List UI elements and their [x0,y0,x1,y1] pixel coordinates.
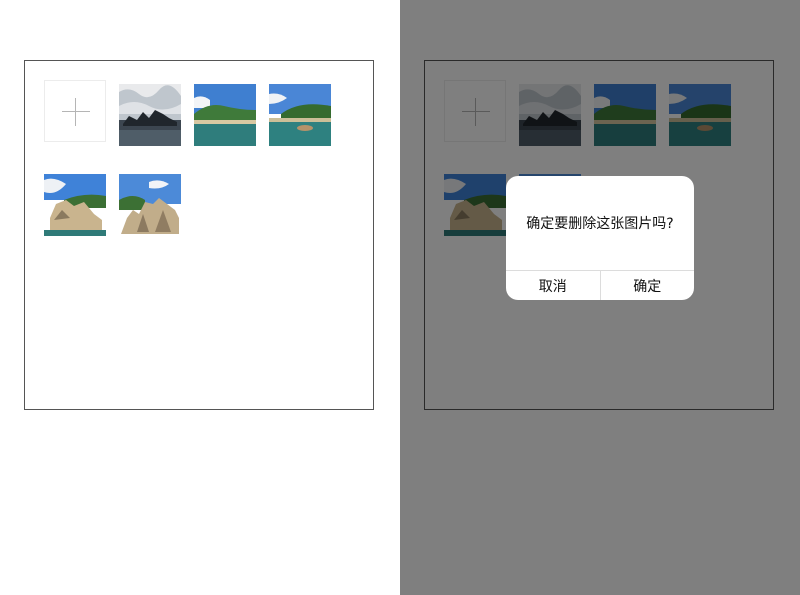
dialog-button-row: 取消 确定 [506,270,694,300]
add-photo-button[interactable] [44,80,106,142]
gallery-pane-delete-confirm: 确定要删除这张图片吗? 取消 确定 [400,0,800,595]
photo-thumbnail[interactable] [194,84,256,146]
photo-thumbnail[interactable] [44,174,106,236]
gallery-pane-normal [0,0,400,595]
photo-thumbnail[interactable] [269,84,331,146]
cancel-button[interactable]: 取消 [506,271,600,300]
photo-grid-frame [24,60,374,410]
dialog-message: 确定要删除这张图片吗? [526,216,674,232]
confirm-button[interactable]: 确定 [599,271,695,300]
photo-thumbnail[interactable] [119,174,181,236]
photo-thumbnail[interactable] [119,84,181,146]
delete-confirm-dialog: 确定要删除这张图片吗? 取消 确定 [506,176,694,300]
